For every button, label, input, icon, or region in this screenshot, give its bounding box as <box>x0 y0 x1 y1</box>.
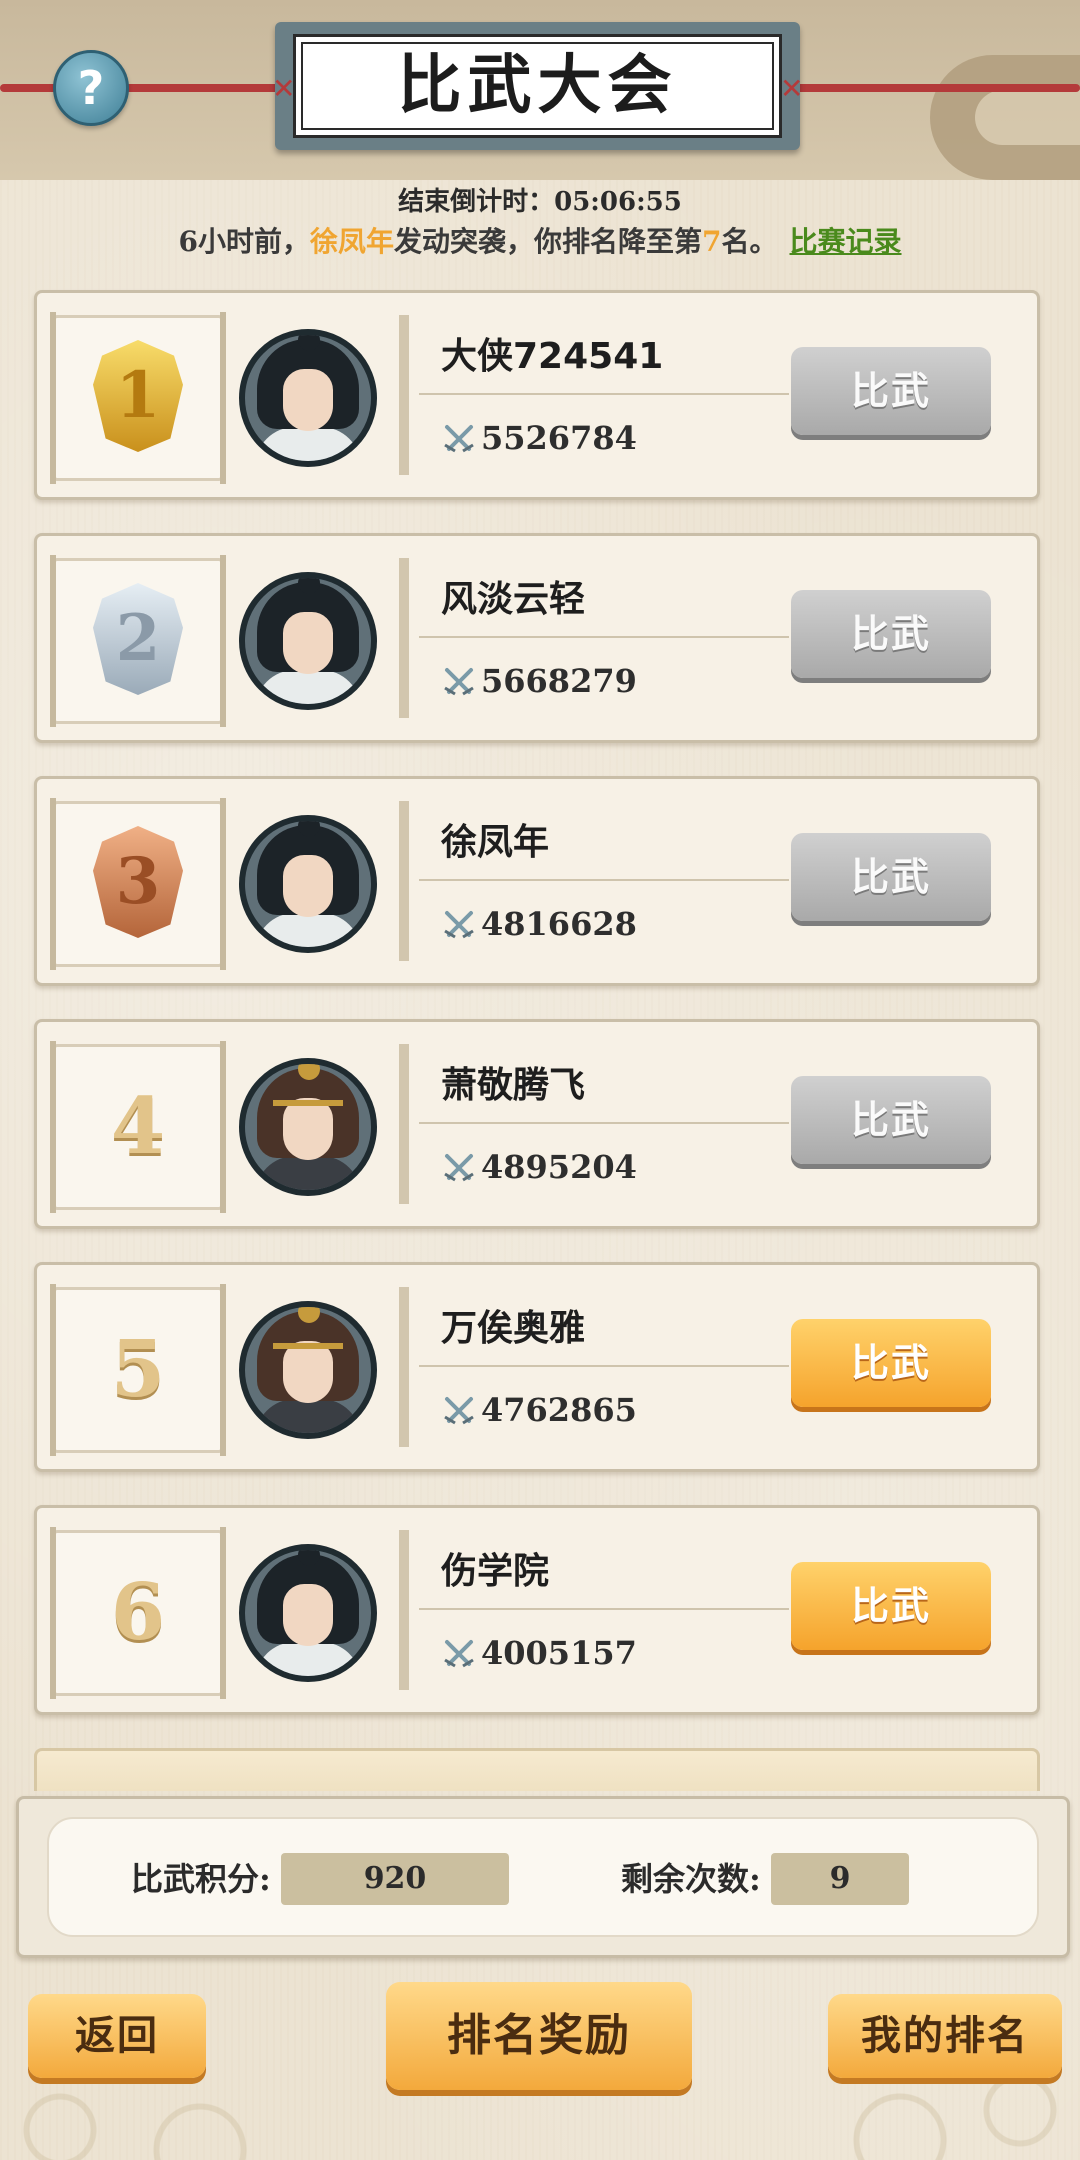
match-record-link[interactable]: 比赛记录 <box>790 225 902 258</box>
avatar[interactable] <box>239 572 377 710</box>
challenge-button[interactable]: 比武 <box>791 347 991 435</box>
divider <box>419 1122 789 1124</box>
countdown: 结束倒计时：05:06:55 <box>0 184 1080 220</box>
crossed-swords-icon <box>444 668 474 696</box>
crossed-swords-icon <box>444 1154 474 1182</box>
player-info: 大侠724541 5526784 <box>399 315 789 475</box>
player-info: 徐凤年 4816628 <box>399 801 789 961</box>
challenge-button[interactable]: 比武 <box>791 590 991 678</box>
avatar[interactable] <box>239 1301 377 1439</box>
stats-panel: 比武积分: 920 剩余次数: 9 <box>16 1796 1070 1958</box>
player-info: 风淡云轻 5668279 <box>399 558 789 718</box>
challenge-button[interactable]: 比武 <box>791 833 991 921</box>
crossed-swords-icon <box>444 1397 474 1425</box>
score-value: 920 <box>281 1853 509 1905</box>
player-row: 1 大侠724541 5526784 比武 <box>34 290 1040 500</box>
countdown-label: 结束倒计时： <box>398 187 555 217</box>
divider <box>419 1365 789 1367</box>
rank-number: 4 <box>110 1081 166 1172</box>
crossed-swords-icon <box>444 1640 474 1668</box>
back-button[interactable]: 返回 <box>28 1994 206 2078</box>
player-info: 万俟奥雅 4762865 <box>399 1287 789 1447</box>
avatar[interactable] <box>239 1544 377 1682</box>
player-row: 3 徐凤年 4816628 比武 <box>34 776 1040 986</box>
combat-power: 5668279 <box>481 662 637 700</box>
countdown-time: 05:06:55 <box>554 187 682 217</box>
attacker-name: 徐凤年 <box>309 225 394 258</box>
crossed-swords-icon <box>444 425 474 453</box>
rank-box: 1 <box>50 312 226 484</box>
combat-power: 5526784 <box>481 419 637 457</box>
rank-medal-icon: 1 <box>93 340 183 452</box>
player-name: 风淡云轻 <box>441 579 586 620</box>
rank-box: 2 <box>50 555 226 727</box>
battle-news: 6小时前，徐凤年发动突袭，你排名降至第7名。 比赛记录 <box>178 225 902 258</box>
player-name: 伤学院 <box>441 1551 550 1592</box>
list-item-partial <box>34 1748 1040 1791</box>
my-rank-button[interactable]: 我的排名 <box>828 1994 1062 2078</box>
knot-icon: ✕ <box>272 72 296 105</box>
rank-box: 5 <box>50 1284 226 1456</box>
rank-medal-icon: 2 <box>93 583 183 695</box>
player-name: 徐凤年 <box>441 822 550 863</box>
player-row: 4 萧敬腾飞 4895204 比武 <box>34 1019 1040 1229</box>
player-name: 萧敬腾飞 <box>441 1065 586 1106</box>
combat-power: 4895204 <box>481 1148 637 1186</box>
divider <box>419 1608 789 1610</box>
rank-medal-icon: 3 <box>93 826 183 938</box>
knot-icon: ✕ <box>780 72 804 105</box>
remaining-value: 9 <box>771 1853 909 1905</box>
challenge-button[interactable]: 比武 <box>791 1562 991 1650</box>
player-row: 2 风淡云轻 5668279 比武 <box>34 533 1040 743</box>
divider <box>419 879 789 881</box>
divider <box>419 393 789 395</box>
avatar[interactable] <box>239 329 377 467</box>
score-label: 比武积分: <box>131 1860 271 1898</box>
challenge-button[interactable]: 比武 <box>791 1319 991 1407</box>
player-info: 伤学院 4005157 <box>399 1530 789 1690</box>
rank-box: 3 <box>50 798 226 970</box>
cloud-decoration-icon <box>930 55 1080 180</box>
avatar[interactable] <box>239 815 377 953</box>
player-row: 6 伤学院 4005157 比武 <box>34 1505 1040 1715</box>
rank-box: 6 <box>50 1527 226 1699</box>
combat-power: 4816628 <box>481 905 637 943</box>
player-name: 大侠724541 <box>441 336 664 377</box>
crossed-swords-icon <box>444 911 474 939</box>
avatar[interactable] <box>239 1058 377 1196</box>
player-name: 万俟奥雅 <box>441 1308 586 1349</box>
help-button[interactable]: ? <box>53 50 129 126</box>
divider <box>419 636 789 638</box>
player-row: 5 万俟奥雅 4762865 比武 <box>34 1262 1040 1472</box>
rank-number: 6 <box>110 1567 166 1658</box>
title-frame: 比武大会 <box>275 22 800 150</box>
rope-left <box>0 84 290 92</box>
rank-number: 5 <box>110 1324 166 1415</box>
rank-rewards-button[interactable]: 排名奖励 <box>386 1982 692 2090</box>
remaining-label: 剩余次数: <box>621 1860 761 1898</box>
question-icon: ? <box>77 61 105 115</box>
rope-right <box>785 84 1080 92</box>
current-rank: 7 <box>702 225 722 258</box>
rank-box: 4 <box>50 1041 226 1213</box>
player-info: 萧敬腾飞 4895204 <box>399 1044 789 1204</box>
challenge-button[interactable]: 比武 <box>791 1076 991 1164</box>
page-title: 比武大会 <box>397 48 678 123</box>
combat-power: 4762865 <box>481 1391 637 1429</box>
combat-power: 4005157 <box>481 1634 637 1672</box>
